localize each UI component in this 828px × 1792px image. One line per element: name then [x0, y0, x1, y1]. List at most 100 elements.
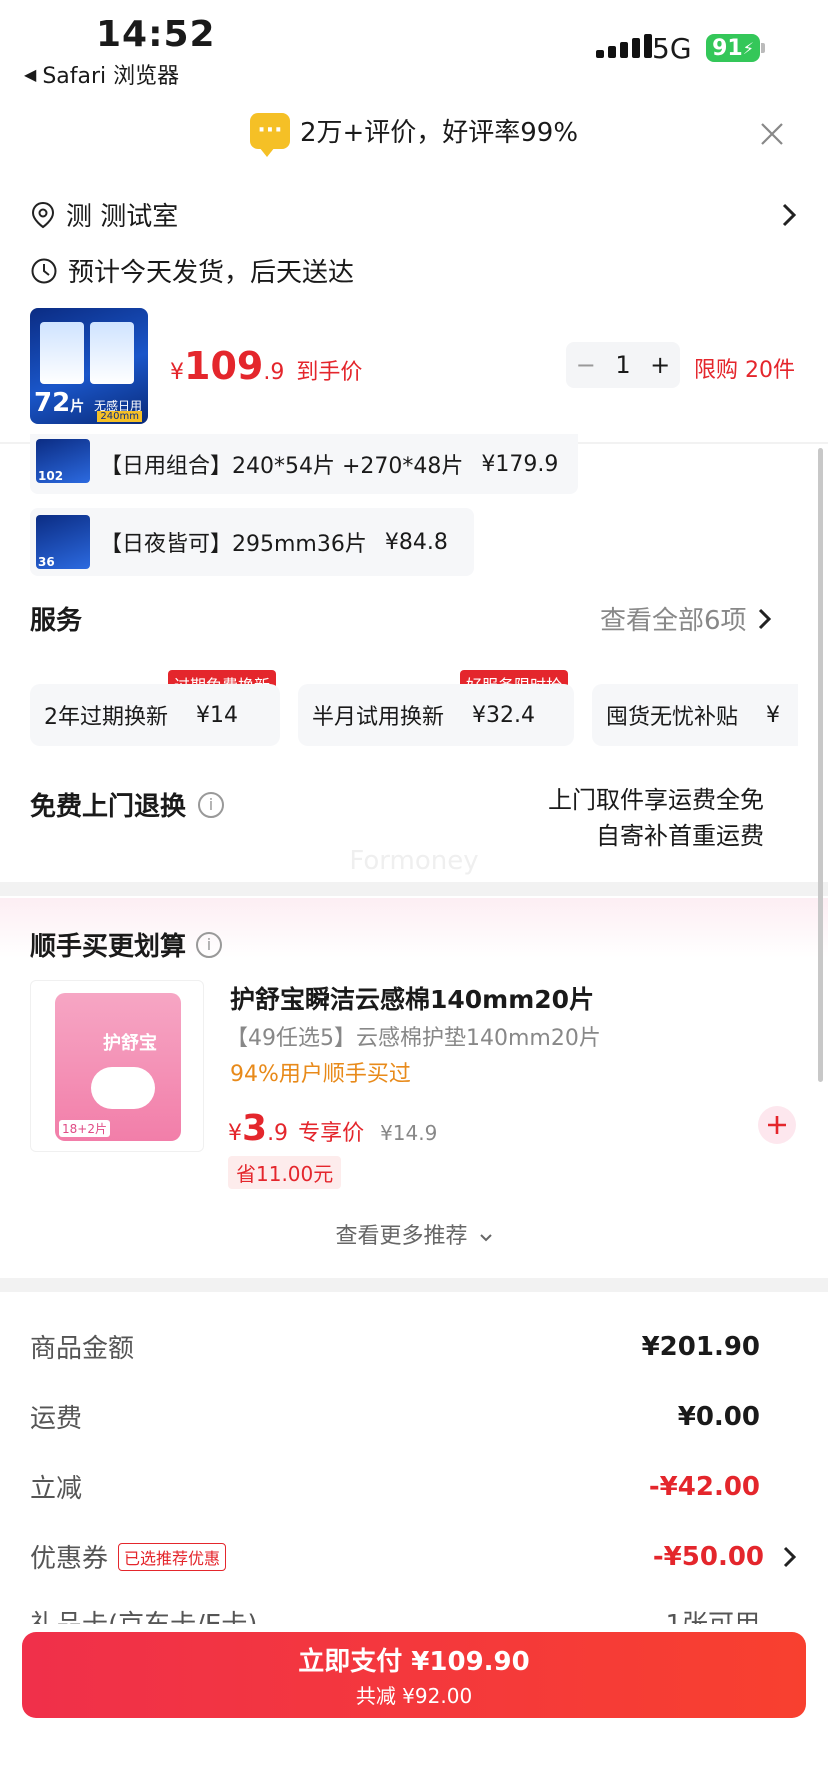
- watermark: Formoney: [349, 846, 479, 876]
- chevron-right-icon: [758, 608, 771, 629]
- chat-bubble-icon: ···: [249, 112, 290, 157]
- coupon-tag: 已选推荐优惠: [118, 1542, 227, 1571]
- location-pin-icon: [31, 201, 55, 228]
- shipping-label: 预计今天发货，后天送达: [68, 258, 355, 288]
- section-divider: [0, 882, 828, 896]
- quantity-stepper[interactable]: − 1 +: [566, 342, 680, 388]
- sku-price: ¥84.8: [384, 529, 448, 555]
- info-icon[interactable]: i: [196, 931, 223, 958]
- add-to-order-button[interactable]: [758, 1106, 796, 1144]
- recommend-product-sub: 【49任选5】云感棉护垫140mm20片: [226, 1026, 601, 1051]
- freight-label: 运费: [30, 1404, 83, 1434]
- status-time: 14:52: [96, 14, 216, 55]
- discount-label: 立减: [30, 1474, 83, 1504]
- sku-option[interactable]: 102 【日用组合】240*54片 +270*48片 ¥179.9: [30, 434, 578, 494]
- review-text: 2万+评价，好评率99%: [299, 118, 579, 148]
- goods-amount-row: 商品金额 ¥201.90: [30, 1328, 760, 1365]
- pay-savings: 共减 ¥92.00: [355, 1684, 473, 1708]
- sku-option[interactable]: 36 【日夜皆可】295mm36片 ¥84.8: [30, 508, 474, 576]
- goods-amount-value: ¥201.90: [641, 1331, 760, 1362]
- gift-card-row[interactable]: 礼品卡(京东卡/E卡) 1张可用: [30, 1604, 798, 1624]
- sku-thumbnail: 36: [36, 515, 90, 569]
- product-pack-count: 72: [34, 388, 71, 418]
- discount-row: 立减 -¥42.00: [30, 1468, 760, 1505]
- price-decimal: .9: [267, 1121, 289, 1146]
- more-rec-label: 查看更多推荐: [335, 1224, 468, 1249]
- chevron-right-icon: [782, 203, 797, 226]
- close-icon[interactable]: [756, 118, 788, 150]
- price-decimal: .9: [263, 360, 285, 385]
- service-name: 半月试用换新: [312, 705, 445, 730]
- view-all-label: 查看全部6项: [600, 606, 747, 636]
- price-currency: ¥: [228, 1121, 242, 1146]
- recommend-pack-count: 18+2片: [59, 1120, 110, 1137]
- recommend-pack-text: 护舒宝: [103, 1033, 157, 1054]
- price-integer: 109: [184, 344, 264, 388]
- back-to-app-button[interactable]: ◀ Safari 浏览器: [24, 58, 179, 90]
- gift-card-label: 礼品卡(京东卡/E卡): [30, 1604, 257, 1624]
- recommend-product-image[interactable]: 护舒宝 18+2片: [30, 980, 204, 1152]
- battery-icon: 91 ⚡: [706, 34, 760, 62]
- scrollbar[interactable]: [818, 448, 823, 1082]
- service-name: 囤货无忧补贴: [606, 705, 739, 730]
- coupon-row[interactable]: 优惠券 已选推荐优惠 -¥50.00: [30, 1538, 798, 1575]
- view-all-services-link[interactable]: 查看全部6项: [600, 600, 773, 637]
- sku-thumb-count: 102: [38, 469, 64, 483]
- section-divider: [0, 1278, 828, 1292]
- services-title: 服务: [30, 606, 83, 636]
- product-pack-unit: 片: [70, 399, 85, 415]
- free-return-title: 免费上门退换: [30, 792, 187, 822]
- network-type: 5G: [652, 32, 692, 65]
- recommend-buy-rate: 94%用户顺手买过: [230, 1062, 411, 1087]
- service-card[interactable]: 囤货无忧补贴 ¥: [592, 684, 798, 746]
- increase-button[interactable]: +: [650, 351, 670, 379]
- coupon-value: -¥50.00: [652, 1541, 764, 1572]
- info-icon[interactable]: i: [198, 791, 225, 818]
- pay-now-button[interactable]: 立即支付 ¥109.90 共减 ¥92.00: [22, 1632, 806, 1718]
- decrease-button[interactable]: −: [576, 351, 596, 379]
- review-banner: ··· 2万+评价，好评率99%: [0, 112, 828, 157]
- coupon-label: 优惠券: [30, 1544, 109, 1574]
- original-price: ¥14.9: [380, 1121, 438, 1145]
- more-recommendations-link[interactable]: 查看更多推荐: [0, 1218, 828, 1250]
- recommend-title: 顺手买更划算: [30, 932, 187, 962]
- chevron-right-icon: [783, 1546, 797, 1567]
- price-integer: 3: [242, 1108, 268, 1149]
- service-card[interactable]: 2年过期换新 ¥14: [30, 684, 280, 746]
- address-label: 测 测试室: [66, 202, 179, 232]
- product-image[interactable]: 72片 无感日用 240mm: [30, 308, 148, 424]
- back-app-label: Safari 浏览器: [42, 64, 180, 89]
- clock-icon: [31, 258, 57, 283]
- price-currency: ¥: [170, 360, 184, 385]
- battery-tip: [761, 43, 765, 53]
- free-return-row: 免费上门退换 i: [30, 786, 225, 823]
- recommend-price: ¥ 3 .9 专享价 ¥14.9: [228, 1108, 437, 1149]
- purchase-limit: 限购 20件: [694, 358, 795, 383]
- recommend-product-name[interactable]: 护舒宝瞬洁云感棉140mm20片: [230, 980, 594, 1016]
- goods-amount-label: 商品金额: [30, 1334, 135, 1364]
- sku-price: ¥179.9: [481, 451, 559, 477]
- product-pack-size: 240mm: [97, 411, 142, 422]
- freight-row: 运费 ¥0.00: [30, 1398, 760, 1435]
- chevron-down-icon: [479, 1234, 492, 1242]
- return-line-1: 上门取件享运费全免: [548, 786, 764, 814]
- price-label: 到手价: [296, 360, 363, 385]
- address-row[interactable]: 测 测试室: [30, 196, 798, 233]
- shipping-estimate-row: 预计今天发货，后天送达: [30, 252, 354, 289]
- service-price: ¥: [766, 702, 781, 728]
- back-triangle-icon: ◀: [24, 64, 37, 84]
- savings-badge: 省11.00元: [228, 1156, 342, 1189]
- service-price: ¥32.4: [472, 702, 535, 728]
- recommend-title-row: 顺手买更划算 i: [30, 926, 223, 963]
- sku-label: 【日夜皆可】295mm36片: [100, 532, 367, 557]
- sku-label: 【日用组合】240*54片 +270*48片: [100, 454, 464, 479]
- sku-thumbnail: 102: [36, 439, 90, 483]
- final-price: ¥ 109 .9 到手价: [170, 344, 362, 388]
- freight-value: ¥0.00: [677, 1401, 760, 1432]
- price-label: 专享价: [298, 1121, 365, 1146]
- service-name: 2年过期换新: [44, 705, 168, 730]
- discount-value: -¥42.00: [648, 1471, 760, 1502]
- gift-card-value: 1张可用: [665, 1604, 760, 1624]
- service-card[interactable]: 半月试用换新 ¥32.4: [298, 684, 574, 746]
- return-description: 上门取件享运费全免 自寄补首重运费: [548, 782, 764, 854]
